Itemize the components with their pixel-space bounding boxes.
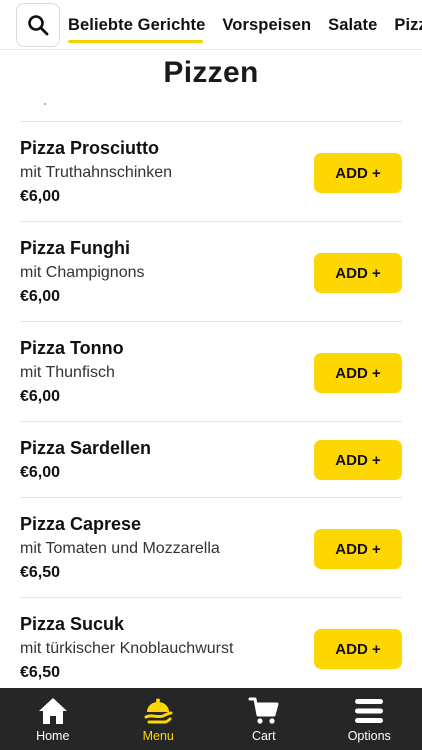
tab-beliebte-gerichte[interactable]: Beliebte Gerichte: [68, 16, 205, 43]
menu-item: Pizza Prosciutto mit Truthahnschinken €6…: [20, 121, 402, 221]
cart-icon: [248, 697, 279, 724]
menu-item: Pizza Sucuk mit türkischer Knoblauchwurs…: [20, 597, 402, 697]
section-title: Pizzen: [163, 56, 259, 89]
menu-item: Pizza Funghi mit Champignons €6,00 ADD +: [20, 221, 402, 321]
add-to-cart-button[interactable]: ADD +: [314, 440, 402, 480]
menu-item: Pizza Tonno mit Thunfisch €6,00 ADD +: [20, 321, 402, 421]
nav-home[interactable]: Home: [0, 688, 106, 750]
nav-menu-label: Menu: [142, 729, 174, 743]
nav-cart-label: Cart: [251, 729, 276, 743]
nav-cart[interactable]: Cart: [211, 688, 317, 750]
menu-item: Pizza Caprese mit Tomaten und Mozzarella…: [20, 497, 402, 597]
add-to-cart-button[interactable]: ADD +: [314, 353, 402, 393]
tab-pizzen[interactable]: Pizzen: [394, 16, 422, 35]
home-icon: [38, 698, 67, 724]
search-button[interactable]: [16, 3, 60, 47]
tab-vorspeisen[interactable]: Vorspeisen: [222, 16, 311, 35]
nav-menu[interactable]: Menu: [106, 688, 212, 750]
add-to-cart-button[interactable]: ADD +: [314, 153, 402, 193]
options-icon: [355, 699, 384, 723]
add-to-cart-button[interactable]: ADD +: [314, 629, 402, 669]
menu-dish-icon: [144, 698, 173, 724]
nav-options-label: Options: [347, 729, 391, 743]
tab-salate[interactable]: Salate: [328, 16, 377, 35]
search-icon: [28, 15, 49, 36]
nav-home-label: Home: [36, 729, 70, 743]
nav-options[interactable]: Options: [317, 688, 422, 750]
category-tabs: Beliebte Gerichte Vorspeisen Salate Pizz…: [68, 0, 422, 49]
divider-dot: [44, 103, 46, 105]
menu-item-list: Pizza Prosciutto mit Truthahnschinken €6…: [20, 121, 402, 697]
add-to-cart-button[interactable]: ADD +: [314, 253, 402, 293]
bottom-navigation: Home Menu Cart Options: [0, 688, 422, 750]
add-to-cart-button[interactable]: ADD +: [314, 529, 402, 569]
category-bar: Beliebte Gerichte Vorspeisen Salate Pizz…: [0, 0, 422, 50]
menu-item: Pizza Sardellen €6,00 ADD +: [20, 421, 402, 497]
